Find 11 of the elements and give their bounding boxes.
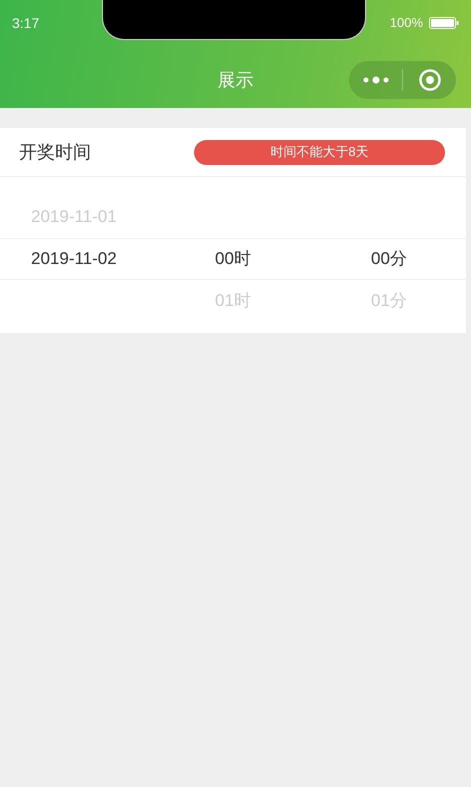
date-option[interactable]: 2019-11-02 — [31, 249, 117, 268]
target-icon — [418, 69, 440, 91]
battery-level: 100% — [390, 14, 423, 32]
more-icon — [362, 76, 388, 84]
page-title: 展示 — [218, 68, 254, 92]
hour-option[interactable]: 00时 — [215, 249, 251, 268]
warning-badge: 时间不能大于8天 — [194, 140, 445, 164]
minute-option[interactable]: 00分 — [371, 249, 407, 268]
battery-icon — [429, 17, 459, 29]
field-label: 开奖时间 — [19, 140, 91, 164]
status-time: 3:17 — [12, 14, 40, 32]
